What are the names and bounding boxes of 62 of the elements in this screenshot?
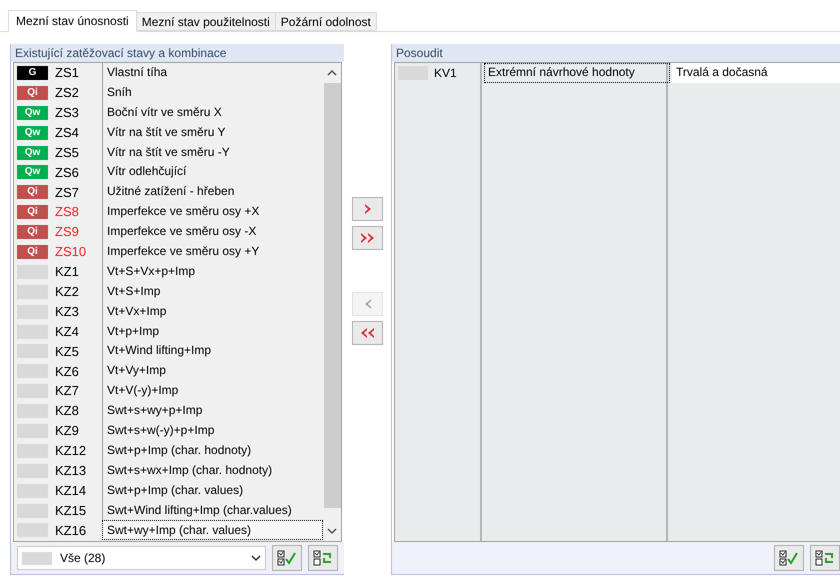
list-cell[interactable]: KZ3 <box>55 302 102 322</box>
list-cell[interactable]: ZS4 <box>55 122 102 142</box>
scrollbar-thumb[interactable] <box>324 83 340 508</box>
panel-title: Posoudit <box>392 44 840 62</box>
list-cell[interactable]: KZ15 <box>55 500 102 520</box>
add-all-button[interactable] <box>352 226 383 250</box>
list-cell[interactable]: KZ9 <box>55 421 102 441</box>
list-cell[interactable]: ZS5 <box>55 142 102 162</box>
checklist-check-icon <box>277 550 297 566</box>
double-arrow-left-icon <box>361 328 374 338</box>
list-cell[interactable]: KZ8 <box>55 401 102 421</box>
arrow-right-icon <box>364 204 370 214</box>
filter-dropdown[interactable]: Vše (28) <box>17 546 266 570</box>
arrow-left-icon <box>364 299 370 309</box>
checklist-swap-icon <box>815 550 835 566</box>
checklist-swap-icon <box>313 550 333 566</box>
tab[interactable]: Mezní stav použitelnosti <box>136 12 276 31</box>
list-cell[interactable]: ZS2 <box>55 83 102 103</box>
list-cell[interactable]: ZS1 <box>55 63 102 83</box>
invert-selection-button[interactable] <box>308 545 338 571</box>
double-arrow-right-icon <box>361 233 374 243</box>
type-badge: Qw <box>17 126 48 140</box>
type-badge: Qi <box>17 225 48 240</box>
chevron-down-icon <box>251 554 261 562</box>
panel-title: Existující zatěžovací stavy a kombinace <box>11 44 344 62</box>
type-badge: Qi <box>17 205 48 220</box>
list-cell[interactable]: ZS7 <box>55 182 102 202</box>
checklist-check-icon <box>779 550 799 566</box>
type-badge: Qw <box>17 146 48 160</box>
select-all-button[interactable] <box>272 545 302 571</box>
list-cell[interactable]: Swt+wy+Imp (char. values) <box>102 520 323 540</box>
tab[interactable]: Mezní stav únosnosti <box>8 10 137 32</box>
scroll-down-icon[interactable] <box>327 527 337 535</box>
type-badge: Qi <box>17 185 48 200</box>
type-badge: Qi <box>17 86 48 100</box>
list-cell[interactable]: KZ16 <box>55 520 102 540</box>
list-cell[interactable]: ZS6 <box>55 162 102 182</box>
list-cell[interactable]: KZ6 <box>55 362 102 382</box>
type-badge: Qw <box>17 165 48 180</box>
type-badge: G <box>17 66 48 80</box>
type-badge: Qw <box>17 106 48 120</box>
select-all-button[interactable] <box>774 545 804 571</box>
list-cell[interactable]: KZ12 <box>55 441 102 461</box>
list-cell[interactable]: KZ2 <box>55 282 102 302</box>
list-cell[interactable]: KZ1 <box>55 262 102 282</box>
remove-all-button[interactable] <box>352 321 383 345</box>
type-badge: Qi <box>17 244 48 259</box>
table-cell[interactable]: Extrémní návrhové hodnoty <box>484 63 670 83</box>
list-cell[interactable]: KZ13 <box>55 461 102 480</box>
list-cell[interactable]: KZ5 <box>55 342 102 362</box>
table-cell[interactable]: Trvalá a dočasná <box>672 63 840 83</box>
invert-selection-button[interactable] <box>810 545 840 571</box>
list-cell[interactable]: ZS3 <box>55 102 102 122</box>
list-cell[interactable]: KZ7 <box>55 381 102 401</box>
tab[interactable]: Požární odolnost <box>274 12 377 31</box>
color-swatch <box>22 552 52 564</box>
list-cell[interactable]: KZ14 <box>55 480 102 500</box>
dropdown-value: Vše (28) <box>60 550 106 567</box>
scroll-up-icon[interactable] <box>327 69 337 77</box>
table-cell[interactable]: KV1 <box>434 64 457 82</box>
list-cell[interactable]: KZ4 <box>55 322 102 342</box>
add-button[interactable] <box>352 197 383 221</box>
